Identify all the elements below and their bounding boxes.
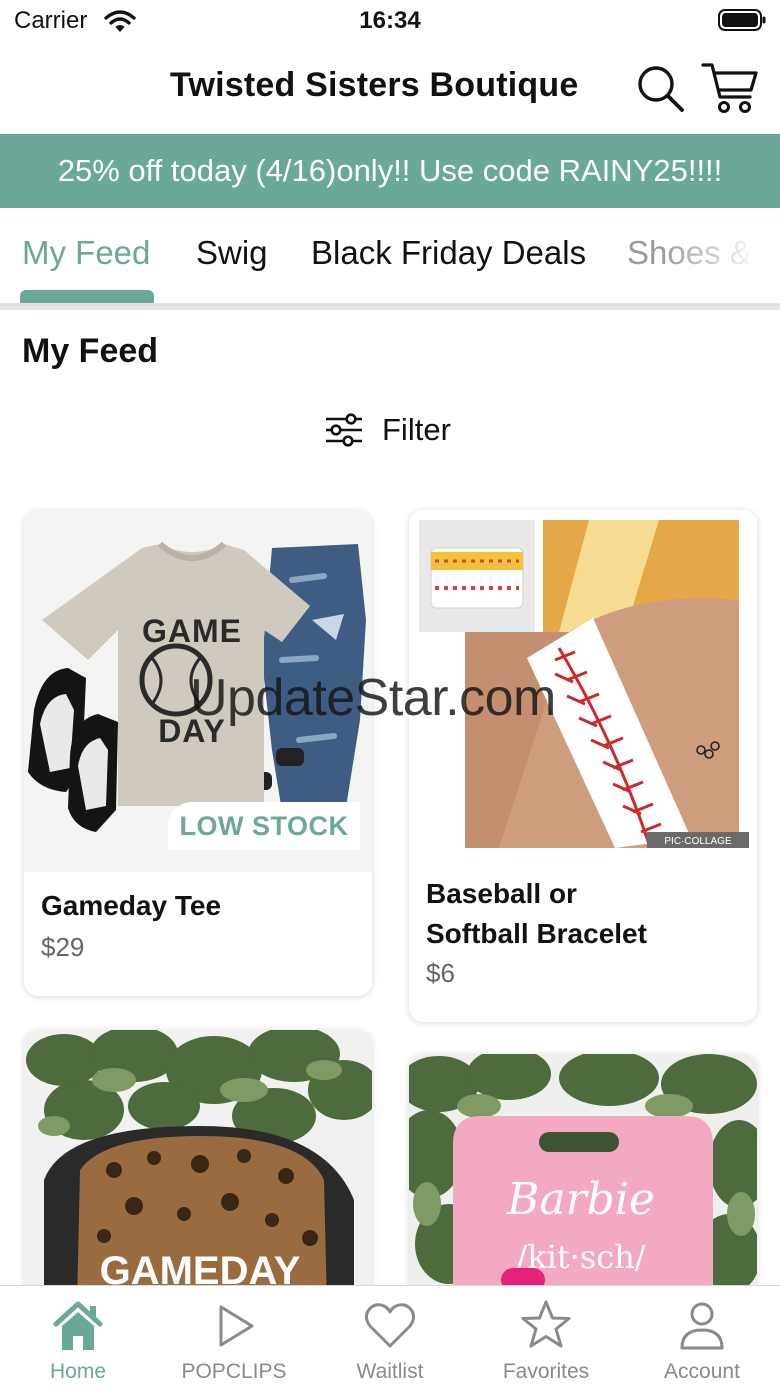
tab-black-friday-deals[interactable]: Black Friday Deals [311, 234, 586, 272]
tab-bar-account-label: Account [664, 1360, 740, 1383]
person-icon [680, 1302, 724, 1350]
product-price: $29 [41, 932, 85, 962]
product-title: Baseball or Softball Bracelet [426, 874, 647, 954]
status-time: 16:34 [359, 7, 421, 34]
status-bar: Carrier 16:34 [0, 0, 780, 44]
search-icon [638, 66, 684, 112]
svg-text:DAY: DAY [158, 713, 226, 749]
product-title-line1: Baseball or [426, 878, 577, 909]
tab-swig[interactable]: Swig [196, 234, 268, 272]
tab-bar-favorites-label: Favorites [502, 1360, 590, 1383]
cart-button[interactable] [700, 58, 760, 116]
tab-my-feed[interactable]: My Feed [22, 234, 150, 272]
tab-bar-waitlist-label: Waitlist [356, 1360, 424, 1383]
bottom-tab-bar: Home POPCLIPS Waitlist Favorites Account [0, 1285, 780, 1387]
battery-icon [718, 9, 766, 31]
product-card-gameday-tee[interactable]: GAME DAY LOW STOCK Gameday Tee $29 [24, 510, 372, 996]
promo-text: 25% off today (4/16)only!! Use code RAIN… [57, 153, 723, 188]
filter-icon [326, 413, 362, 447]
tab-bar-popclips-label: POPCLIPS [181, 1360, 287, 1383]
star-icon [521, 1300, 571, 1348]
promo-banner[interactable]: 25% off today (4/16)only!! Use code RAIN… [0, 134, 780, 208]
tab-shoes[interactable]: Shoes & [627, 234, 752, 272]
tab-bar-waitlist[interactable]: Waitlist [312, 1286, 468, 1387]
store-title: Twisted Sisters Boutique [170, 66, 579, 104]
category-tabs: My Feed Swig Black Friday Deals Shoes & [0, 208, 780, 310]
filter-label: Filter [382, 412, 451, 447]
product-card-baseball-bracelet[interactable]: PIC·COLLAGE Baseball or Softball Bracele… [409, 510, 757, 1022]
tab-bar-popclips[interactable]: POPCLIPS [156, 1286, 312, 1387]
search-button[interactable] [634, 62, 686, 114]
pic-collage-label: PIC·COLLAGE [664, 836, 732, 847]
low-stock-badge: LOW STOCK [168, 802, 360, 850]
filter-button[interactable]: Filter [324, 408, 451, 452]
barbie-logo-text: Barbie [506, 1174, 655, 1225]
svg-text:GAME: GAME [142, 613, 242, 649]
cart-icon [701, 63, 758, 113]
app-header: Twisted Sisters Boutique [0, 44, 780, 134]
product-title: Gameday Tee [41, 890, 222, 921]
tab-bar-home-label: Home [49, 1360, 107, 1383]
feed-title: My Feed [22, 332, 159, 370]
active-tab-indicator [20, 290, 154, 303]
home-icon [53, 1301, 103, 1350]
tab-bar-account[interactable]: Account [624, 1286, 780, 1387]
play-icon [219, 1305, 254, 1347]
product-image-baseball-bracelet: PIC·COLLAGE [409, 510, 757, 872]
product-price: $6 [426, 958, 455, 988]
product-title-line2: Softball Bracelet [426, 918, 647, 949]
tab-bar-favorites[interactable]: Favorites [468, 1286, 624, 1387]
heart-icon [364, 1303, 416, 1348]
tab-bar-home[interactable]: Home [0, 1286, 156, 1387]
